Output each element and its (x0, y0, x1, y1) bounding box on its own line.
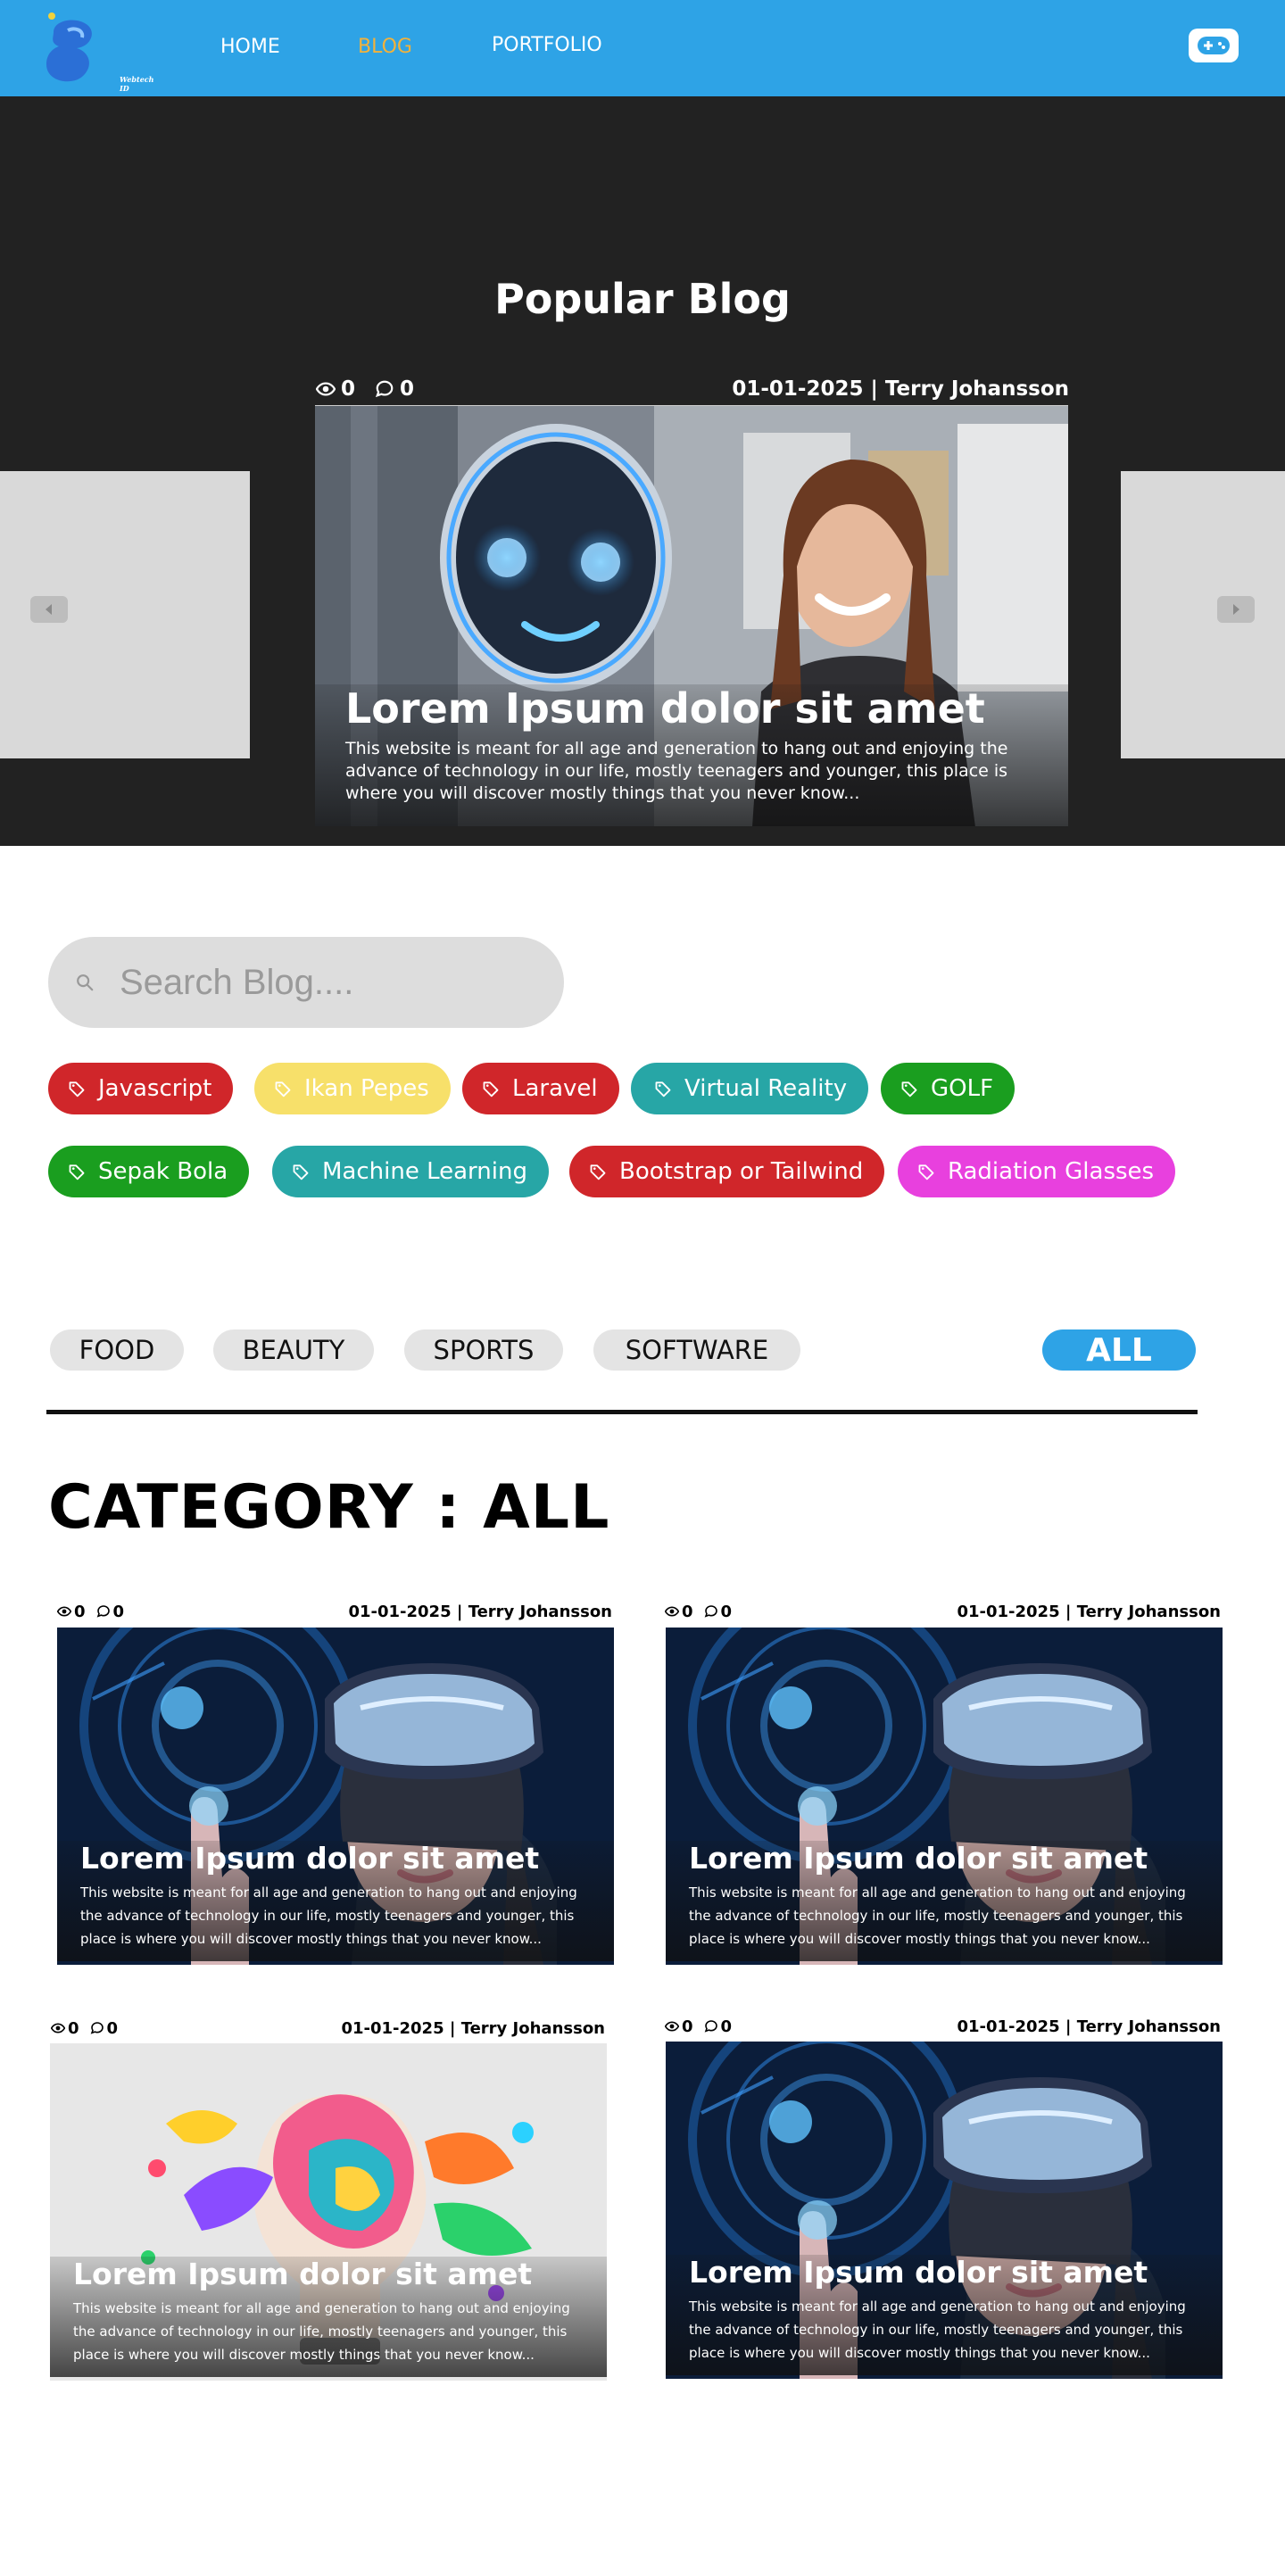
category-heading: CATEGORY : ALL (48, 1472, 610, 1543)
eye-icon (57, 1604, 71, 1619)
nav-link-portfolio[interactable]: PORTFOLIO (492, 34, 602, 56)
comment-count: 0 (90, 2019, 118, 2038)
hero-post-meta: 0 0 01-01-2025 | Terry Johansson (316, 376, 1069, 402)
tag-icon (654, 1080, 672, 1097)
view-count: 0 (665, 1603, 693, 1621)
post-card[interactable]: Lorem Ipsum dolor sit amet This website … (666, 2042, 1223, 2379)
post-card[interactable]: Lorem Ipsum dolor sit amet This website … (50, 2043, 607, 2381)
post-title: Lorem Ipsum dolor sit amet (80, 1841, 540, 1876)
post-date-author: 01-01-2025 | Terry Johansson (957, 1602, 1221, 1621)
post-description: This website is meant for all age and ge… (689, 1884, 1186, 1947)
featured-post-card[interactable]: Lorem Ipsum dolor sit amet This website … (315, 405, 1068, 826)
comment-count: 0 (704, 1603, 732, 1621)
carousel-next-button[interactable] (1217, 596, 1255, 623)
tag-machine-learning[interactable]: Machine Learning (272, 1146, 549, 1197)
eye-icon (316, 379, 336, 399)
logo-text: Webtech ID (120, 75, 154, 93)
post-meta: 0 0 01-01-2025 | Terry Johansson (665, 2017, 1221, 2036)
category-tab-beauty[interactable]: BEAUTY (213, 1329, 374, 1371)
eye-icon (665, 2019, 679, 2033)
post-date-author: 01-01-2025 | Terry Johansson (732, 377, 1069, 401)
category-tab-software[interactable]: SOFTWARE (593, 1329, 800, 1371)
post-date-author: 01-01-2025 | Terry Johansson (341, 2018, 605, 2038)
tag-virtual-reality[interactable]: Virtual Reality (631, 1063, 869, 1114)
site-logo[interactable]: Webtech ID (41, 11, 154, 93)
comment-count: 0 (375, 377, 414, 401)
post-title: Lorem Ipsum dolor sit amet (689, 1841, 1148, 1876)
tag-icon (900, 1080, 918, 1097)
gamepad-button[interactable] (1189, 29, 1239, 62)
tag-icon (274, 1080, 292, 1097)
post-title: Lorem Ipsum dolor sit amet (689, 2255, 1148, 2290)
post-meta: 0 0 01-01-2025 | Terry Johansson (51, 2018, 605, 2038)
carousel-prev-button[interactable] (30, 596, 68, 623)
comment-icon (375, 379, 394, 399)
tag-bootstrap-or-tailwind[interactable]: Bootstrap or Tailwind (569, 1146, 885, 1197)
gamepad-icon (1198, 37, 1230, 54)
popular-blog-section: Popular Blog 0 0 01-01-2025 | Terry Joha… (0, 96, 1285, 846)
nav-link-blog[interactable]: BLOG (358, 36, 412, 58)
post-date-author: 01-01-2025 | Terry Johansson (957, 2017, 1221, 2036)
post-overlay: Lorem Ipsum dolor sit amet This website … (666, 1841, 1223, 1961)
post-description: This website is meant for all age and ge… (689, 2299, 1186, 2361)
eye-icon (665, 1604, 679, 1619)
post-description: This website is meant for all age and ge… (80, 1884, 577, 1947)
tag-ikan-pepes[interactable]: Ikan Pepes (254, 1063, 451, 1114)
tag-icon (589, 1163, 607, 1180)
tag-laravel[interactable]: Laravel (462, 1063, 619, 1114)
carousel-next-panel[interactable] (1121, 471, 1285, 758)
eye-icon (51, 2021, 65, 2035)
post-description: This website is meant for all age and ge… (73, 2300, 570, 2363)
nav-link-home[interactable]: HOME (220, 36, 280, 58)
post-overlay: Lorem Ipsum dolor sit amet This website … (57, 1841, 614, 1961)
tag-icon (68, 1163, 86, 1180)
view-count: 0 (57, 1603, 86, 1621)
post-overlay: Lorem Ipsum dolor sit amet This website … (666, 2255, 1223, 2375)
tag-icon (917, 1163, 935, 1180)
tag-javascript[interactable]: Javascript (48, 1063, 234, 1114)
comment-icon (90, 2021, 104, 2035)
view-count: 0 (316, 377, 355, 401)
comment-count: 0 (96, 1603, 124, 1621)
featured-post-overlay: Lorem Ipsum dolor sit amet This website … (315, 684, 1068, 826)
popular-blog-title: Popular Blog (494, 275, 791, 323)
post-card[interactable]: Lorem Ipsum dolor sit amet This website … (57, 1628, 614, 1965)
comment-count: 0 (704, 2017, 732, 2036)
tag-golf[interactable]: GOLF (881, 1063, 1016, 1114)
search-icon (77, 974, 94, 991)
tag-icon (68, 1080, 86, 1097)
arrow-left-icon (46, 604, 52, 615)
category-tab-sports[interactable]: SPORTS (404, 1329, 563, 1371)
view-count: 0 (665, 2017, 693, 2036)
category-tab-food[interactable]: FOOD (50, 1329, 184, 1371)
top-nav: Webtech ID HOME BLOG PORTFOLIO (0, 0, 1285, 96)
view-count: 0 (51, 2019, 79, 2038)
comment-icon (96, 1604, 111, 1619)
featured-post-title: Lorem Ipsum dolor sit amet (345, 684, 985, 733)
post-overlay: Lorem Ipsum dolor sit amet This website … (50, 2257, 607, 2377)
post-title: Lorem Ipsum dolor sit amet (73, 2257, 533, 2291)
search-input[interactable] (120, 962, 512, 1003)
post-card[interactable]: Lorem Ipsum dolor sit amet This website … (666, 1628, 1223, 1965)
post-meta: 0 0 01-01-2025 | Terry Johansson (57, 1602, 612, 1621)
tag-radiation-glasses[interactable]: Radiation Glasses (898, 1146, 1176, 1197)
comment-icon (704, 1604, 718, 1619)
featured-post-description: This website is meant for all age and ge… (345, 739, 1008, 803)
tag-sepak-bola[interactable]: Sepak Bola (48, 1146, 250, 1197)
search-bar[interactable] (48, 937, 564, 1028)
tag-icon (482, 1080, 500, 1097)
arrow-right-icon (1233, 604, 1239, 615)
tag-icon (292, 1163, 310, 1180)
post-meta: 0 0 01-01-2025 | Terry Johansson (665, 1602, 1221, 1621)
category-tab-all[interactable]: ALL (1042, 1329, 1196, 1371)
category-divider (46, 1410, 1198, 1414)
carousel-prev-panel[interactable] (0, 471, 250, 758)
comment-icon (704, 2019, 718, 2033)
post-date-author: 01-01-2025 | Terry Johansson (348, 1602, 612, 1621)
